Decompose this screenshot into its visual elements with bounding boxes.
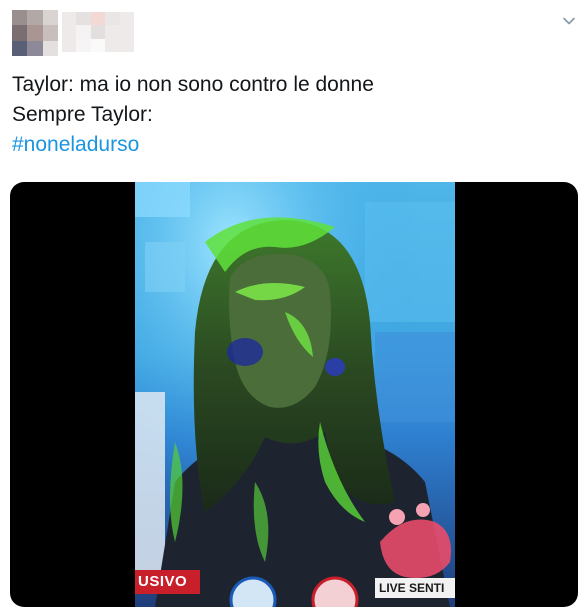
tweet-media[interactable]: USIVO LIVE SENTI (10, 182, 578, 607)
video-frame[interactable]: USIVO LIVE SENTI (135, 182, 455, 607)
tweet-text: Taylor: ma io non sono contro le donne S… (12, 70, 374, 160)
avatar[interactable] (12, 10, 58, 56)
hashtag-link[interactable]: #noneladurso (12, 130, 374, 160)
tweet-text-line: Taylor: ma io non sono contro le donne (12, 73, 374, 96)
live-banner: LIVE SENTI (375, 578, 455, 598)
username-blurred[interactable] (62, 12, 134, 52)
video-still (135, 182, 455, 607)
chevron-down-icon[interactable] (562, 14, 576, 28)
tweet-text-line: Sempre Taylor: (12, 103, 153, 126)
exclusive-banner: USIVO (135, 570, 200, 594)
